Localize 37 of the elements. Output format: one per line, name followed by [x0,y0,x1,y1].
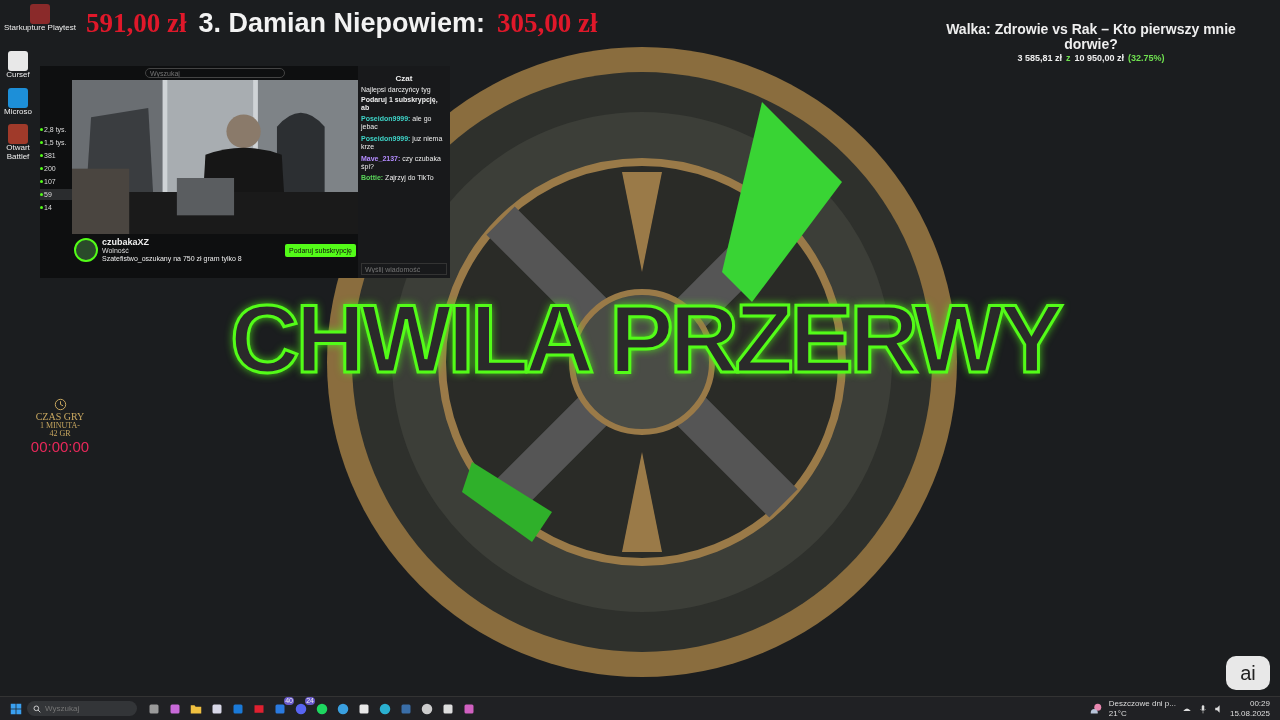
icon-label[interactable]: Cursef [6,70,30,80]
app-icon[interactable] [379,702,391,715]
goal-separator: z [1066,52,1071,63]
icon-label[interactable]: Otwart Battlef [0,144,36,162]
channel-name[interactable]: czubakaXZ [102,237,281,248]
app-icon[interactable] [337,702,349,715]
clock-time[interactable]: 00:29 [1249,699,1270,709]
app-icon[interactable] [316,702,328,715]
app-icon[interactable] [211,702,223,715]
timer-label: CZAS GRY [35,411,85,422]
target-amount: 10 950,00 zł [1074,52,1125,63]
clock-icon [53,398,67,411]
donation-amount: 305,00 zł [497,8,598,39]
app-icon[interactable] [442,702,454,715]
goal-percent: (32.75%) [1128,52,1165,63]
raised-amount: 3 585,81 zł [1017,52,1062,63]
search-field[interactable]: Wyszukaj [27,701,137,716]
timer-value: 00:00:00 [30,438,90,455]
clock-date[interactable]: 15.08.2025 [1229,708,1270,718]
app-icon[interactable] [190,702,202,715]
temperature: 21°C [1108,708,1128,718]
avatar[interactable] [74,238,98,263]
icon-label[interactable]: Starkupture Playtest [3,24,76,33]
icon-label[interactable]: Microso [4,107,32,117]
app-icon[interactable] [421,702,433,715]
weather-icon [1088,701,1103,716]
donation-amount: 591,00 zł [86,8,187,39]
microphone-icon[interactable] [1197,703,1208,714]
assistant-button[interactable]: ai [1226,656,1270,690]
app-icon[interactable] [8,50,28,71]
timer-rate: 1 MINUTA- 42 GR [40,422,80,438]
app-icon[interactable] [148,702,160,715]
app-icon[interactable] [358,702,370,715]
weather-title[interactable]: Deszczowe dni p... [1108,699,1176,709]
donor-name: 3. Damian Niepowiem: [198,8,486,39]
start-icon[interactable] [10,702,22,715]
goal-title: Walka: Zdrowie vs Rak – Kto pierwszy mnie dorwie? [945,22,1237,53]
